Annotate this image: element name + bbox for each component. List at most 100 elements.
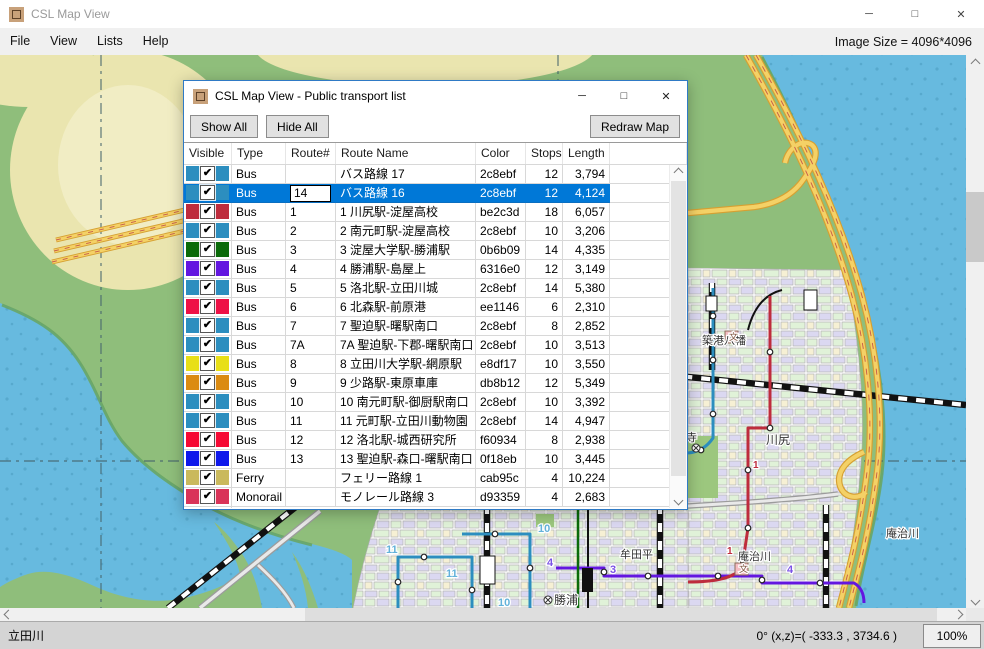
visible-checkbox[interactable]: ✔ xyxy=(200,337,215,352)
map-label: 3 xyxy=(610,564,616,576)
list-scroll-down-icon[interactable] xyxy=(670,493,687,508)
dialog-titlebar[interactable]: CSL Map View - Public transport list ─ □… xyxy=(184,81,687,111)
map-label: 11 xyxy=(446,568,458,580)
dialog-minimize-button[interactable]: ─ xyxy=(561,81,603,111)
status-location-label: 立田川 xyxy=(0,627,44,644)
table-row[interactable]: ✔Bus99 少路駅-東原車庫db8b12125,349 xyxy=(184,374,670,393)
visible-checkbox[interactable]: ✔ xyxy=(200,394,215,409)
menu-help[interactable]: Help xyxy=(133,28,179,55)
list-scrollbar[interactable] xyxy=(669,165,687,508)
visible-checkbox[interactable]: ✔ xyxy=(200,299,215,314)
scroll-down-icon[interactable] xyxy=(966,592,984,608)
header-visible[interactable]: Visible xyxy=(184,143,232,164)
table-row[interactable]: ✔Bus1010 南元町駅-御厨駅南口2c8ebf103,392 xyxy=(184,393,670,412)
table-row[interactable]: ✔Bus14バス路線 162c8ebf124,124 xyxy=(184,184,670,203)
window-title: CSL Map View xyxy=(31,7,110,21)
table-row[interactable]: ✔Bus11 川尻駅-淀屋高校be2c3d186,057 xyxy=(184,203,670,222)
map-label: 4 xyxy=(547,557,554,569)
hide-all-button[interactable]: Hide All xyxy=(266,115,329,138)
list-scroll-thumb[interactable] xyxy=(671,181,686,476)
table-row[interactable]: ✔Bus66 北森駅-前原港ee114662,310 xyxy=(184,298,670,317)
table-row[interactable]: ✔Bus1212 洛北駅-城西研究所f6093482,938 xyxy=(184,431,670,450)
route-color-swatch: ✔ xyxy=(186,356,229,371)
map-label: 牟田平 xyxy=(620,547,653,561)
visible-checkbox[interactable]: ✔ xyxy=(200,185,215,200)
route-color-swatch: ✔ xyxy=(186,375,229,390)
table-row[interactable]: ✔Bus22 南元町駅-淀屋高校2c8ebf103,206 xyxy=(184,222,670,241)
route-color-swatch: ✔ xyxy=(186,394,229,409)
dialog-app-icon xyxy=(193,89,208,104)
header-type[interactable]: Type xyxy=(232,143,286,164)
route-color-swatch: ✔ xyxy=(186,489,229,504)
map-horizontal-scrollbar[interactable] xyxy=(0,608,966,621)
table-row[interactable]: ✔Busバス路線 172c8ebf123,794 xyxy=(184,165,670,184)
header-route-no[interactable]: Route# xyxy=(286,143,336,164)
visible-checkbox[interactable]: ✔ xyxy=(200,242,215,257)
scroll-left-icon[interactable] xyxy=(0,608,16,621)
table-row[interactable]: ✔Monorailモノレール路線 3d9335942,683 xyxy=(184,488,670,507)
dialog-maximize-button[interactable]: □ xyxy=(603,81,645,111)
visible-checkbox[interactable]: ✔ xyxy=(200,204,215,219)
visible-checkbox[interactable]: ✔ xyxy=(200,261,215,276)
route-number-editbox[interactable]: 14 xyxy=(290,185,331,202)
visible-checkbox[interactable]: ✔ xyxy=(200,432,215,447)
menubar: File View Lists Help Image Size = 4096*4… xyxy=(0,28,984,55)
scroll-up-icon[interactable] xyxy=(966,55,984,71)
visible-checkbox[interactable]: ✔ xyxy=(200,318,215,333)
table-row[interactable]: ✔Bus1313 聖迫駅-森口-曙駅南口0f18eb103,445 xyxy=(184,450,670,469)
header-length[interactable]: Length xyxy=(563,143,610,164)
window-titlebar[interactable]: CSL Map View ─ □ ✕ xyxy=(0,0,984,28)
close-button[interactable]: ✕ xyxy=(938,0,984,28)
header-route-name[interactable]: Route Name xyxy=(336,143,476,164)
horizontal-scroll-thumb[interactable] xyxy=(305,608,937,621)
table-row[interactable] xyxy=(184,507,670,508)
scroll-right-icon[interactable] xyxy=(950,608,966,621)
table-row[interactable]: ✔Bus7A7A 聖迫駅-下郡-曙駅南口2c8ebf103,513 xyxy=(184,336,670,355)
header-color[interactable]: Color xyxy=(476,143,526,164)
table-row[interactable]: ✔Bus44 勝浦駅-島屋上6316e0123,149 xyxy=(184,260,670,279)
map-label: 庵治川 xyxy=(886,526,919,540)
map-area: 築港八幡川尻庵治川庵治川勝浦牟田平寺文文1111101043411 CSL Ma… xyxy=(0,55,984,621)
visible-checkbox[interactable]: ✔ xyxy=(200,489,215,504)
map-label: 1 xyxy=(753,460,759,471)
dialog-close-button[interactable]: ✕ xyxy=(645,81,687,111)
minimize-button[interactable]: ─ xyxy=(846,0,892,28)
table-row[interactable]: ✔Ferryフェリー路線 1cab95c410,224 xyxy=(184,469,670,488)
table-row[interactable]: ✔Bus33 淀屋大学駅-勝浦駅0b6b09144,335 xyxy=(184,241,670,260)
header-stops[interactable]: Stops xyxy=(526,143,563,164)
visible-checkbox[interactable]: ✔ xyxy=(200,280,215,295)
visible-checkbox[interactable]: ✔ xyxy=(200,470,215,485)
transport-list-dialog: CSL Map View - Public transport list ─ □… xyxy=(183,80,688,510)
route-color-swatch: ✔ xyxy=(186,242,229,257)
visible-checkbox[interactable]: ✔ xyxy=(200,166,215,181)
visible-checkbox[interactable]: ✔ xyxy=(200,451,215,466)
visible-checkbox[interactable]: ✔ xyxy=(200,223,215,238)
map-label: 4 xyxy=(787,564,794,576)
table-row[interactable]: ✔Bus88 立田川大学駅-網原駅e8df17103,550 xyxy=(184,355,670,374)
list-scroll-up-icon[interactable] xyxy=(670,165,687,180)
table-row[interactable]: ✔Bus1111 元町駅-立田川動物園2c8ebf144,947 xyxy=(184,412,670,431)
map-label: 築港八幡 xyxy=(702,333,746,347)
redraw-map-button[interactable]: Redraw Map xyxy=(590,115,680,138)
vertical-scroll-thumb[interactable] xyxy=(966,192,984,262)
visible-checkbox[interactable]: ✔ xyxy=(200,375,215,390)
maximize-button[interactable]: □ xyxy=(892,0,938,28)
list-header: Visible Type Route# Route Name Color Sto… xyxy=(184,143,687,165)
menu-lists[interactable]: Lists xyxy=(87,28,133,55)
menu-file[interactable]: File xyxy=(0,28,40,55)
map-vertical-scrollbar[interactable] xyxy=(966,55,984,608)
map-label: 文 xyxy=(729,331,738,342)
route-color-swatch: ✔ xyxy=(186,299,229,314)
route-color-swatch: ✔ xyxy=(186,337,229,352)
table-row[interactable]: ✔Bus55 洛北駅-立田川城2c8ebf145,380 xyxy=(184,279,670,298)
menu-view[interactable]: View xyxy=(40,28,87,55)
route-color-swatch: ✔ xyxy=(186,451,229,466)
transport-rows: ✔Busバス路線 172c8ebf123,794✔Bus14バス路線 162c8… xyxy=(184,165,670,508)
route-color-swatch: ✔ xyxy=(186,261,229,276)
show-all-button[interactable]: Show All xyxy=(190,115,258,138)
table-row[interactable]: ✔Bus77 聖迫駅-曙駅南口2c8ebf82,852 xyxy=(184,317,670,336)
visible-checkbox[interactable]: ✔ xyxy=(200,413,215,428)
scrollbar-corner xyxy=(966,608,984,621)
zoom-level-button[interactable]: 100% xyxy=(923,624,981,648)
visible-checkbox[interactable]: ✔ xyxy=(200,356,215,371)
